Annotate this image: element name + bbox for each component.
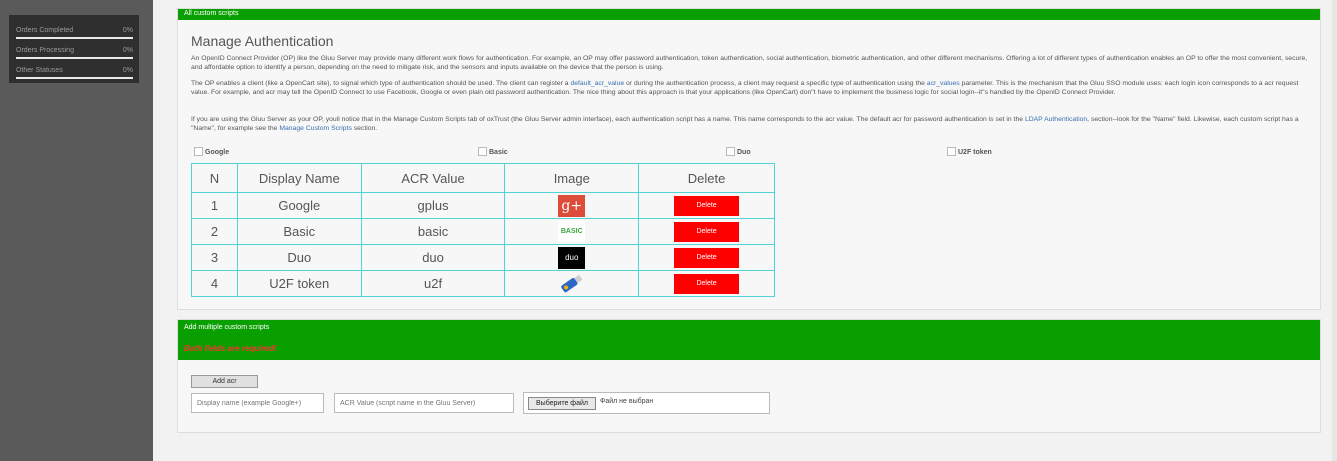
row-delete-cell: Delete — [638, 218, 775, 245]
checkbox-label: Basic — [489, 149, 508, 156]
table-row: 1 Google gplus g+ Delete — [191, 192, 775, 219]
row-image: BASIC — [504, 218, 640, 245]
row-acr-value: gplus — [360, 192, 506, 219]
stat-other-statuses: Other Statuses 0% — [16, 61, 133, 81]
checkbox-u2f-token[interactable]: U2F token — [947, 147, 992, 156]
column-header: ACR Value — [360, 163, 506, 193]
intro-paragraph: An OpenID Connect Provider (OP) like the… — [191, 55, 1308, 71]
checkbox-basic[interactable]: Basic — [478, 147, 508, 156]
row-display-name: U2F token — [236, 270, 362, 297]
row-display-name: Duo — [236, 244, 362, 271]
text: section. — [351, 125, 378, 132]
column-header: Delete — [638, 163, 775, 193]
stat-bar — [16, 57, 133, 59]
gluu-paragraph: If you are using the Gluu Server as your… — [191, 115, 1308, 133]
checkbox-label: Duo — [737, 149, 751, 156]
stat-value: 0% — [122, 67, 133, 74]
row-acr-value: duo — [360, 244, 506, 271]
stat-orders-processing: Orders Processing 0% — [16, 41, 133, 61]
checkbox-label: U2F token — [958, 149, 992, 156]
row-number: 3 — [191, 244, 238, 271]
checkbox-label: Google — [205, 149, 230, 156]
stat-bar — [16, 77, 133, 79]
usb-key-icon — [558, 273, 585, 295]
stat-bar — [16, 37, 133, 39]
row-acr-value: u2f — [360, 270, 506, 297]
acr-values-link[interactable]: acr_values — [927, 80, 960, 87]
text: If you are using the Gluu Server as your… — [191, 116, 1025, 123]
row-display-name: Basic — [236, 218, 362, 245]
scrollbar[interactable] — [1332, 0, 1337, 461]
column-header: N — [191, 163, 238, 193]
manage-custom-scripts-link[interactable]: Manage Custom Scripts — [279, 125, 352, 132]
row-image: duo — [504, 244, 640, 271]
stat-orders-completed: Orders Completed 0% — [16, 21, 133, 41]
text: The OP enables a client (like a OpenCart… — [191, 80, 571, 87]
table-row: 3 Duo duo duo Delete — [191, 244, 775, 271]
left-sidebar: Orders Completed 0% Orders Processing 0%… — [0, 0, 153, 461]
duo-icon: duo — [558, 246, 586, 269]
row-number: 1 — [191, 192, 238, 219]
table-row: 4 U2F token u2f Delete — [191, 270, 775, 297]
checkbox-box[interactable] — [478, 147, 487, 156]
stat-value: 0% — [122, 27, 133, 34]
panel-header: Add multiple custom scripts Both fields … — [178, 320, 1320, 360]
row-delete-cell: Delete — [638, 270, 775, 297]
row-display-name: Google — [236, 192, 362, 219]
row-image: g+ — [504, 192, 640, 219]
panel-header: All custom scripts — [178, 9, 1320, 20]
checkbox-google[interactable]: Google — [194, 147, 229, 156]
checkbox-duo[interactable]: Duo — [726, 147, 751, 156]
page-title: Manage Authentication — [191, 33, 334, 49]
ldap-authentication-link[interactable]: LDAP Authentication — [1025, 116, 1087, 123]
row-number: 2 — [191, 218, 238, 245]
file-input[interactable]: Выберите файл Файл не выбран — [523, 392, 770, 414]
order-stats-box: Orders Completed 0% Orders Processing 0%… — [9, 15, 139, 83]
display-name-input[interactable] — [191, 393, 324, 413]
row-number: 4 — [191, 270, 238, 297]
stat-label: Orders Completed — [16, 27, 74, 34]
stat-label: Orders Processing — [16, 47, 74, 54]
delete-button[interactable]: Delete — [674, 221, 740, 242]
acr-paragraph: The OP enables a client (like a OpenCart… — [191, 79, 1308, 97]
row-delete-cell: Delete — [638, 244, 775, 271]
delete-button[interactable]: Delete — [674, 195, 740, 216]
file-status: Файл не выбран — [600, 398, 654, 405]
text: or during the authentication process, a … — [624, 80, 927, 87]
column-header: Image — [504, 163, 640, 193]
panel-title: Add multiple custom scripts — [184, 324, 270, 331]
checkbox-box[interactable] — [726, 147, 735, 156]
default-acr-value-link[interactable]: default_acr_value — [570, 80, 624, 87]
add-acr-button[interactable]: Add acr — [191, 375, 258, 388]
google-plus-icon: g+ — [558, 194, 586, 217]
row-delete-cell: Delete — [638, 192, 775, 219]
column-header: Display Name — [236, 163, 362, 193]
acr-value-input[interactable] — [334, 393, 514, 413]
row-image — [504, 270, 640, 297]
main-content: All custom scripts Manage Authentication… — [166, 0, 1337, 461]
table-row: 2 Basic basic BASIC Delete — [191, 218, 775, 245]
required-warning: Both fields are required! — [184, 344, 277, 353]
row-acr-value: basic — [360, 218, 506, 245]
delete-button[interactable]: Delete — [674, 273, 740, 294]
choose-file-button[interactable]: Выберите файл — [528, 397, 596, 410]
acr-table: N Display Name ACR Value Image Delete 1 … — [191, 163, 775, 297]
table-header-row: N Display Name ACR Value Image Delete — [191, 163, 775, 193]
custom-scripts-panel: All custom scripts Manage Authentication… — [177, 8, 1321, 310]
delete-button[interactable]: Delete — [674, 247, 740, 268]
basic-icon: BASIC — [558, 220, 586, 243]
stat-label: Other Statuses — [16, 67, 63, 74]
checkbox-box[interactable] — [194, 147, 203, 156]
add-scripts-panel: Add multiple custom scripts Both fields … — [177, 319, 1321, 433]
checkbox-box[interactable] — [947, 147, 956, 156]
stat-value: 0% — [122, 47, 133, 54]
